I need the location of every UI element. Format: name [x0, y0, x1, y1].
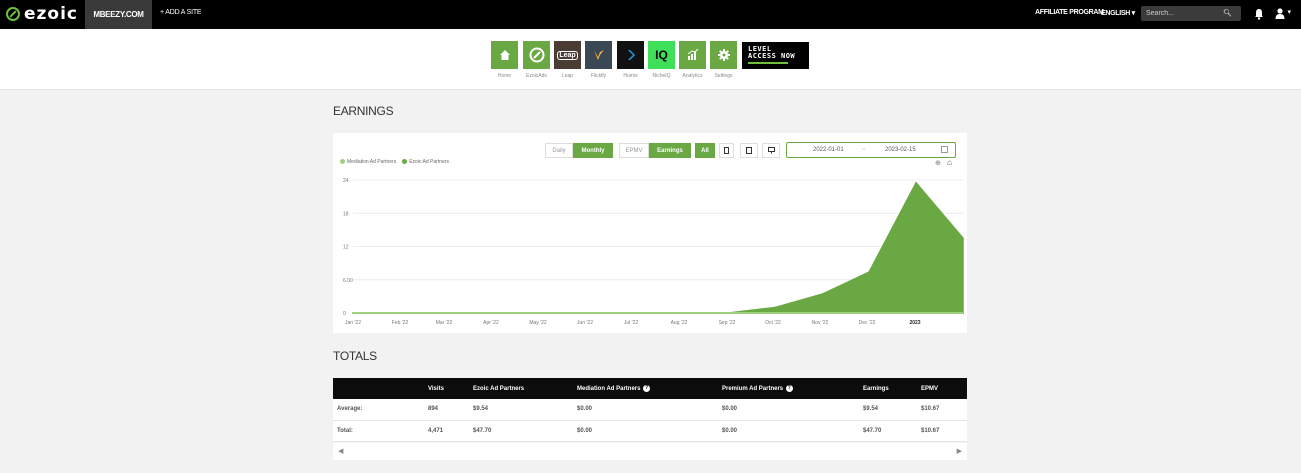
table-cell: Total:: [333, 420, 428, 442]
header-epmv: EPMV: [921, 378, 967, 399]
header-ezoic-ad-partners: Ezoic Ad Partners: [473, 378, 577, 399]
x-tick-label: Jan '22: [345, 320, 361, 326]
app-analytics[interactable]: Analytics: [679, 41, 706, 85]
user-menu[interactable]: ▾: [1275, 8, 1295, 20]
flickify-icon: [593, 50, 604, 60]
earnings-chart-card: Daily Monthly EPMV Earnings All 2022-01-…: [333, 133, 967, 333]
settings-icon: [717, 49, 730, 61]
apps-bar: Home EzoicAds Leap Leap Flickify Humix I…: [0, 29, 1301, 90]
table-cell: $0.00: [577, 399, 722, 421]
ezoic-logo[interactable]: ezoic: [6, 4, 79, 24]
user-icon: [1275, 8, 1285, 19]
data-point: [962, 237, 964, 239]
data-point: [821, 293, 824, 295]
search-box: 🔍︎: [1141, 6, 1241, 21]
table-row-total: Total: 4,471 $47.70 $0.00 $0.00 $47.70 $…: [333, 420, 967, 442]
earnings-chart: 0 6.00 12 18 24 Jan '22 Feb '22 Mar '22 Apr '22 M…: [343, 178, 964, 326]
app-label: Settings: [714, 73, 733, 79]
table-cell: 894: [428, 399, 473, 421]
table-cell: $10.67: [921, 399, 967, 421]
totals-header-row: Visits Ezoic Ad Partners Mediation Ad Pa…: [333, 378, 967, 399]
table-cell: $9.54: [863, 399, 921, 421]
app-ezoicads[interactable]: EzoicAds: [523, 41, 550, 85]
leap-icon: Leap: [554, 41, 581, 69]
help-icon[interactable]: ?: [643, 384, 651, 392]
header-visits: Visits: [428, 378, 473, 399]
table-cell: $0.00: [577, 420, 722, 442]
y-tick-label: 12: [343, 245, 349, 251]
affiliate-program-link[interactable]: AFFILIATE PROGRAM: [1035, 9, 1104, 16]
x-tick-label: Jun '22: [577, 320, 593, 326]
ezoic-ads-icon: [529, 47, 544, 63]
header-cell: [333, 378, 428, 399]
search-icon[interactable]: 🔍︎: [1223, 9, 1232, 17]
level-banner-line2: ACCESS NOW: [748, 52, 796, 60]
earnings-title: EARNINGS: [333, 104, 394, 118]
scroll-right-icon[interactable]: ▶: [957, 447, 962, 455]
logo-text: ezoic: [24, 4, 79, 24]
nicheiq-icon: IQ: [648, 41, 675, 69]
table-cell: 4,471: [428, 420, 473, 442]
x-tick-label: Oct '22: [765, 320, 781, 326]
x-tick-label: Dec '22: [859, 320, 876, 326]
totals-title: TOTALS: [333, 349, 377, 363]
y-tick-label: 0: [343, 311, 346, 317]
table-cell: Average:: [333, 399, 428, 421]
help-icon[interactable]: ?: [785, 384, 793, 392]
site-tab[interactable]: MBEEZY.COM: [85, 0, 152, 29]
level-access-banner[interactable]: LEVEL ACCESS NOW: [742, 42, 809, 69]
table-cell: $0.00: [722, 420, 863, 442]
app-flickify[interactable]: Flickify: [585, 41, 612, 85]
humix-icon: [627, 50, 635, 60]
x-tick-label: Jul '22: [624, 320, 639, 326]
app-leap[interactable]: Leap Leap: [554, 41, 581, 85]
top-navbar: ezoic MBEEZY.COM + ADD A SITE AFFILIATE …: [0, 0, 1301, 29]
data-point: [915, 181, 917, 184]
search-input[interactable]: [1146, 8, 1224, 19]
x-tick-label: 2023: [909, 320, 920, 326]
app-home[interactable]: Home: [491, 41, 518, 85]
x-tick-label: May '22: [529, 320, 547, 326]
add-site-link[interactable]: + ADD A SITE: [160, 9, 202, 16]
table-cell: $10.67: [921, 420, 967, 442]
x-tick-label: Apr '22: [483, 320, 499, 326]
table-cell: $9.54: [473, 399, 577, 421]
analytics-icon: [687, 48, 698, 60]
series-area: [353, 181, 964, 314]
table-cell: $47.70: [473, 420, 577, 442]
data-point: [774, 306, 777, 309]
x-tick-label: Mar '22: [436, 320, 453, 326]
header-premium-ad-partners: Premium Ad Partners ?: [722, 378, 863, 399]
y-tick-label: 18: [343, 211, 349, 217]
app-settings[interactable]: Settings: [710, 41, 737, 85]
totals-table: Visits Ezoic Ad Partners Mediation Ad Pa…: [333, 378, 967, 442]
x-tick-label: Feb '22: [392, 320, 409, 326]
header-earnings: Earnings: [863, 378, 921, 399]
bell-icon[interactable]: [1254, 8, 1264, 20]
scroll-left-icon[interactable]: ◀: [338, 447, 343, 455]
table-cell: $47.70: [863, 420, 921, 442]
y-tick-label: 24: [343, 178, 349, 184]
language-dropdown[interactable]: ENGLISH ▾: [1101, 9, 1135, 17]
table-row-average: Average: 894 $9.54 $0.00 $0.00 $9.54 $10…: [333, 399, 967, 421]
language-label: ENGLISH: [1101, 10, 1131, 17]
level-banner-bar: [748, 62, 788, 64]
table-cell: $0.00: [722, 399, 863, 421]
table-horizontal-scrollbar[interactable]: ◀ ▶: [333, 443, 967, 460]
home-icon: [499, 50, 510, 60]
ezoic-logo-icon: [6, 7, 20, 21]
chevron-down-icon: ▾: [1131, 10, 1136, 17]
x-tick-label: Aug '22: [671, 320, 688, 326]
app-nicheiq[interactable]: IQ NicheIQ: [648, 41, 675, 85]
y-tick-label: 6.00: [343, 278, 353, 284]
header-mediation-ad-partners: Mediation Ad Partners ?: [577, 378, 722, 399]
chevron-down-icon: ▾: [1287, 9, 1292, 16]
app-humix[interactable]: Humix: [617, 41, 644, 85]
x-tick-label: Nov '22: [812, 320, 829, 326]
data-point: [868, 271, 870, 273]
x-tick-label: Sep '22: [719, 320, 736, 326]
